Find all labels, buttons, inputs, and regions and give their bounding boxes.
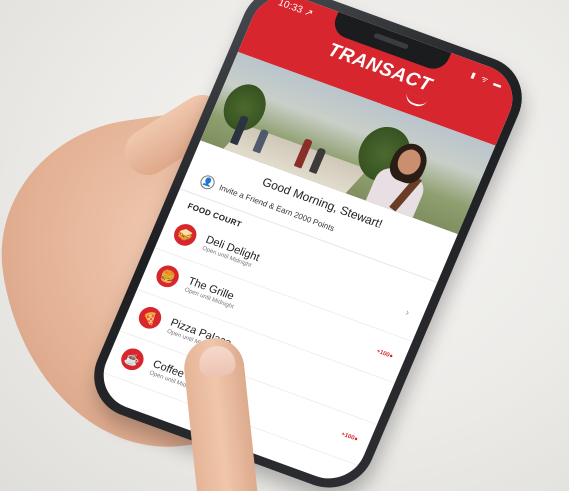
burger-icon: 🍔	[152, 262, 183, 291]
smartphone: 10:33 ↗ ▮ ᯤ ▬ TRANSACT Good Morning, Ste…	[80, 0, 536, 491]
status-icons: ▮ ᯤ ▬	[469, 70, 506, 91]
coffee-cup-icon: ☕	[117, 345, 148, 374]
phone-screen: 10:33 ↗ ▮ ᯤ ▬ TRANSACT Good Morning, Ste…	[92, 0, 524, 489]
deli-sandwich-icon: 🥪	[170, 220, 200, 249]
pizza-icon: 🍕	[135, 303, 165, 332]
add-person-icon: 👤	[198, 173, 217, 192]
points-badge: +100●	[375, 348, 394, 360]
status-time: 10:33 ↗	[276, 0, 315, 20]
points-badge: +100●	[340, 431, 359, 443]
photo-scene: 10:33 ↗ ▮ ᯤ ▬ TRANSACT Good Morning, Ste…	[0, 0, 569, 491]
chevron-right-icon: ›	[403, 307, 412, 319]
